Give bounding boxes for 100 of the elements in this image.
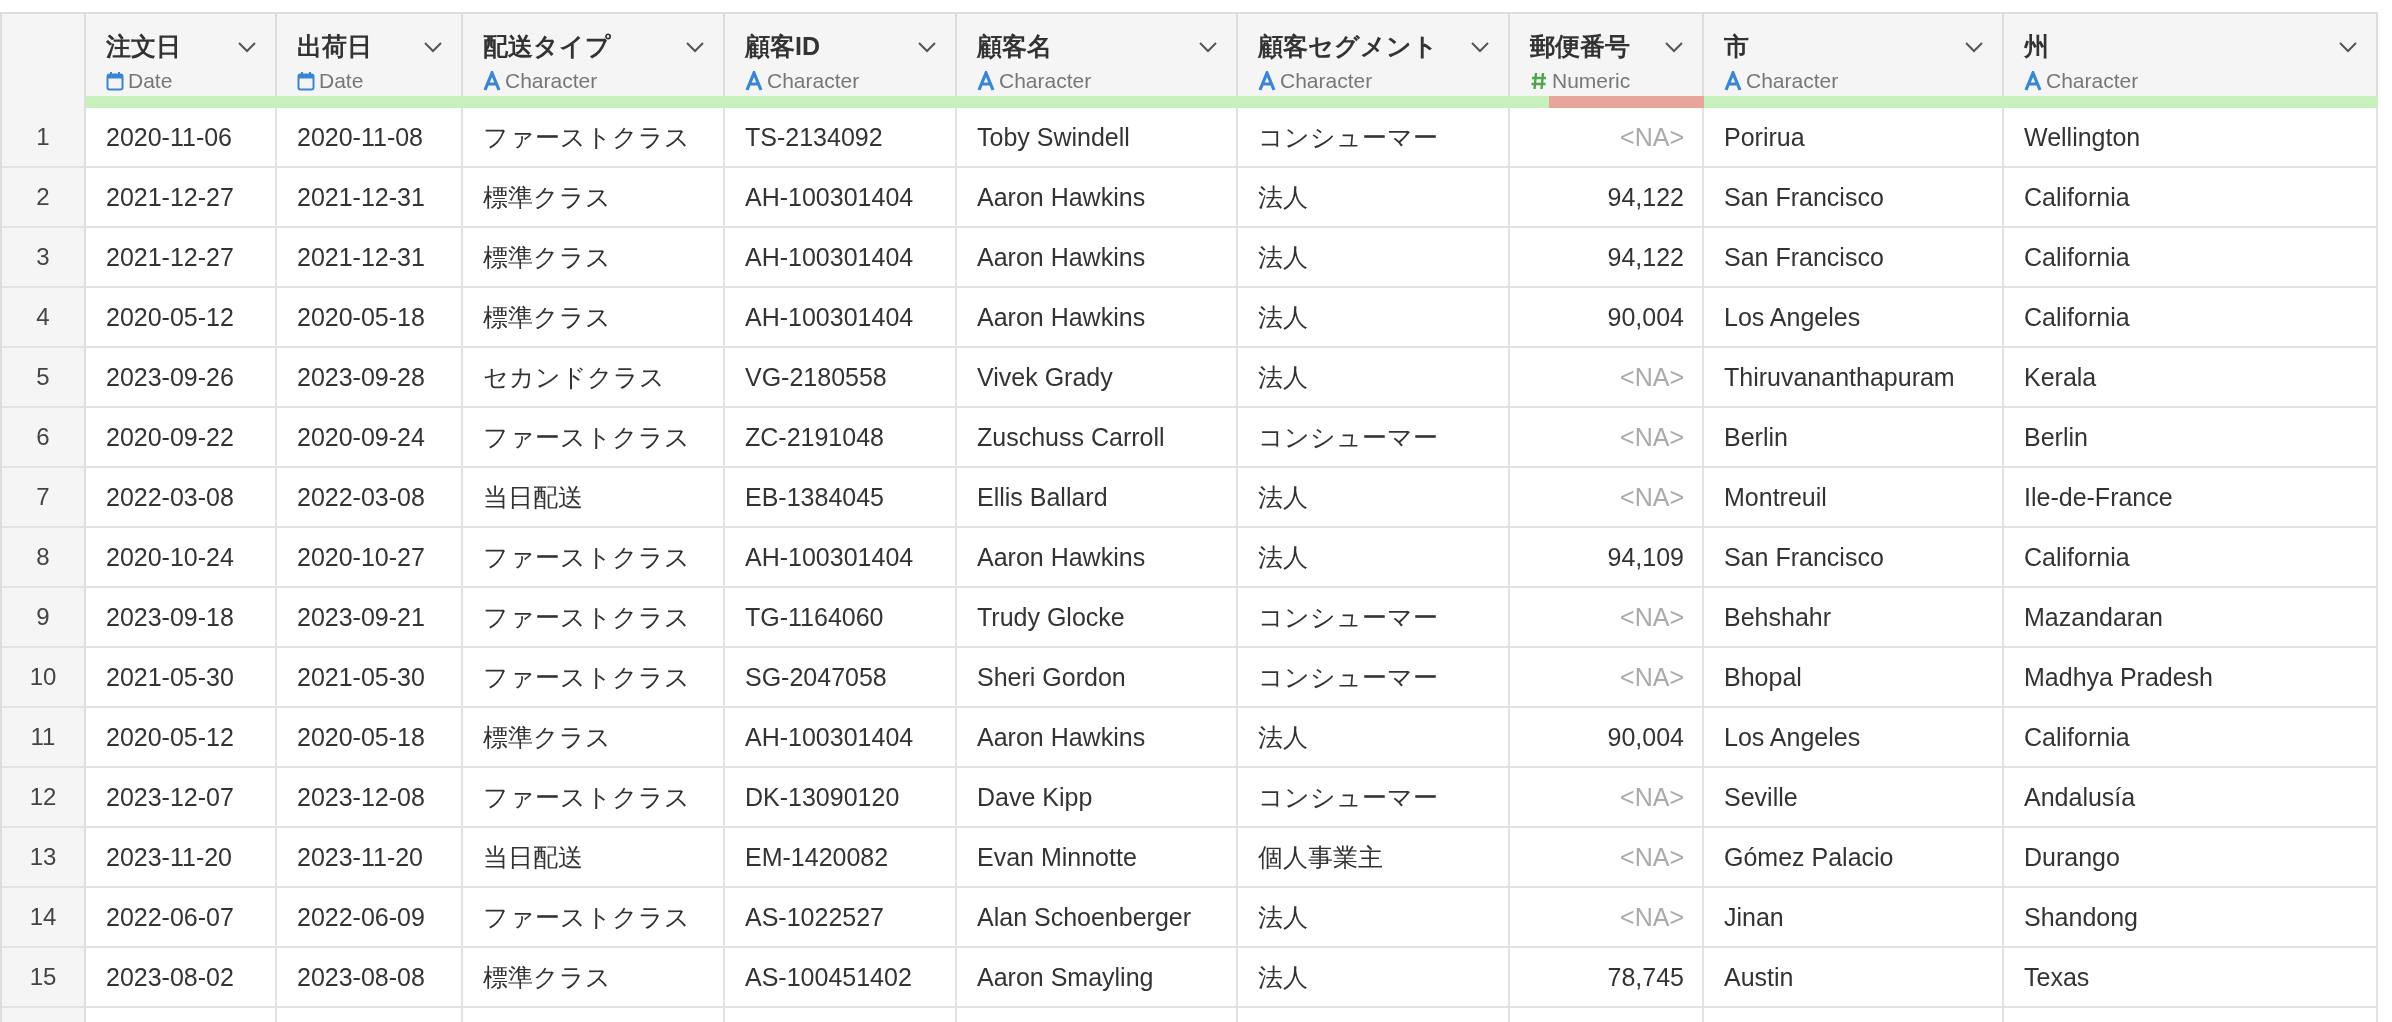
column-header[interactable]: 顧客ID Character [725,14,957,96]
column-header[interactable]: 出荷日 Date [277,14,463,96]
table-cell: 2020-09-22 [86,408,277,468]
chevron-down-icon[interactable] [1664,40,1684,53]
table-cell: 2020-05-12 [86,288,277,348]
column-header[interactable]: 注文日 Date [86,14,277,96]
table-cell: コンシューマー [1238,768,1510,828]
table-cell: EB-1384045 [725,468,957,528]
table-cell: 78,745 [1510,948,1704,1008]
table-cell: 法人 [1238,288,1510,348]
table-cell: California [2004,168,2378,228]
table-cell: 法人 [1238,528,1510,588]
letter-type-icon [2024,71,2042,91]
column-name: 注文日 [106,31,181,62]
table-cell: Mazandaran [2004,588,2378,648]
row-number: 4 [2,288,86,348]
table-cell: Kerala [2004,348,2378,408]
chevron-down-icon[interactable] [237,40,257,53]
hash-icon [1530,71,1548,91]
table-cell: 94,122 [1510,168,1704,228]
column-header[interactable]: 顧客名 Character [957,14,1238,96]
table-cell: ファーストクラス [463,588,725,648]
table-cell: Ile-de-France [2004,468,2378,528]
table-cell: AH-100301404 [725,708,957,768]
table-cell: ファーストクラス [463,108,725,168]
table-cell: 個人事業主 [1238,828,1510,888]
table-cell: 2023-11-20 [86,828,277,888]
table-cell: Austin [1704,948,2004,1008]
letter-type-icon [1258,71,1276,91]
column-header[interactable]: 配送タイプ Character [463,14,725,96]
row-number: 1 [2,108,86,168]
chevron-down-icon[interactable] [2338,40,2358,53]
column-name: 郵便番号 [1530,31,1630,62]
table-cell: Texas [2004,948,2378,1008]
table-cell: DK-13090120 [725,768,957,828]
chevron-down-icon[interactable] [685,40,705,53]
column-header[interactable]: 顧客セグメント Character [1238,14,1510,96]
table-cell: 2021-05-30 [277,648,463,708]
table-cell: <NA> [1510,468,1704,528]
table-cell: Alan Schoenberger [957,888,1238,948]
row-number: 6 [2,408,86,468]
table-cell: <NA> [1510,648,1704,708]
table-cell: 2021-12-27 [86,228,277,288]
table-cell: EM-1420082 [725,828,957,888]
table-cell: <NA> [1510,828,1704,888]
column-type: Character [767,69,860,93]
table-cell: 90,004 [1510,708,1704,768]
table-cell: ZC-2191048 [725,408,957,468]
table-cell: ファーストクラス [463,888,725,948]
table-cell: 2020-09-24 [277,408,463,468]
table-cell: ファーストクラス [463,768,725,828]
chevron-down-icon[interactable] [1964,40,1984,53]
table-cell: 2020-05-18 [277,708,463,768]
column-type: Character [999,69,1092,93]
table-cell: コンシューマー [1238,408,1510,468]
table-cell: San Francisco [1704,228,2004,288]
table-cell: Durango [2004,828,2378,888]
table-cell: 94,122 [1510,228,1704,288]
column-type: Character [505,69,598,93]
table-cell: Aaron Hawkins [957,288,1238,348]
row-number: 5 [2,348,86,408]
chevron-down-icon[interactable] [1198,40,1218,53]
table-cell: Andalusía [2004,768,2378,828]
table-cell: 2023-12-07 [86,768,277,828]
table-cell: Wellington [2004,108,2378,168]
column-header[interactable]: 州 Character [2004,14,2378,96]
table-cell: 2022-06-07 [86,888,277,948]
table-cell: California [2004,528,2378,588]
table-cell: 90,004 [1510,288,1704,348]
table-cell: Trudy Glocke [957,588,1238,648]
table-cell: 2020-05-18 [277,288,463,348]
table-cell: 2020-11-06 [86,108,277,168]
row-number: 13 [2,828,86,888]
table-cell: Vivek Grady [957,348,1238,408]
row-number: 12 [2,768,86,828]
row-number: 7 [2,468,86,528]
table-cell: <NA> [1510,768,1704,828]
table-cell: コンシューマー [1238,108,1510,168]
column-name: 州 [2024,31,2049,62]
chevron-down-icon[interactable] [917,40,937,53]
letter-type-icon [745,71,763,91]
table-cell: AS-1022527 [725,888,957,948]
column-name: 顧客名 [977,31,1052,62]
column-header[interactable]: 郵便番号 Numeric [1510,14,1704,96]
chevron-down-icon[interactable] [1470,40,1490,53]
table-cell: 2022-03-08 [277,468,463,528]
table-cell: Porirua [1704,108,2004,168]
column-header[interactable]: 市 Character [1704,14,2004,96]
table-cell: Shandong [2004,888,2378,948]
table-cell: Seville [1704,768,2004,828]
column-name: 市 [1724,31,1749,62]
table-cell: San Francisco [1704,168,2004,228]
table-cell: Toby Swindell [957,108,1238,168]
table-cell: Montreuil [1704,468,2004,528]
table-cell: <NA> [1510,348,1704,408]
chevron-down-icon[interactable] [423,40,443,53]
column-type: Date [319,69,364,93]
table-cell: Behshahr [1704,588,2004,648]
letter-type-icon [1724,71,1742,91]
table-cell: 2020-11-08 [277,108,463,168]
